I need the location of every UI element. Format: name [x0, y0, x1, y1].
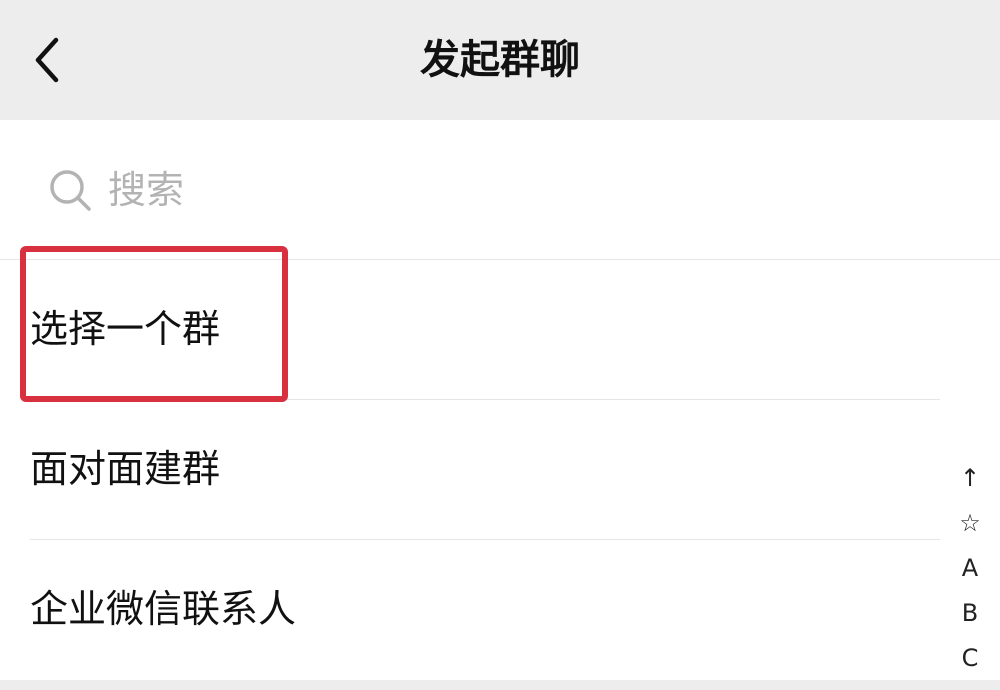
bottom-separator	[0, 680, 1000, 690]
index-top-arrow[interactable]: ↑	[954, 456, 986, 501]
select-group-item[interactable]: 选择一个群	[0, 260, 1000, 399]
index-letter-b[interactable]: B	[954, 591, 986, 636]
action-list: 选择一个群 面对面建群 企业微信联系人	[0, 260, 1000, 679]
chevron-left-icon	[35, 37, 59, 83]
navigation-bar: 发起群聊	[0, 0, 1000, 120]
search-icon	[50, 170, 91, 211]
search-input[interactable]	[108, 160, 908, 220]
index-letter-c[interactable]: C	[954, 636, 986, 681]
list-item-label: 面对面建群	[30, 447, 221, 491]
list-item-label: 企业微信联系人	[30, 587, 297, 631]
face-to-face-group-item[interactable]: 面对面建群	[0, 400, 1000, 539]
list-item-label: 选择一个群	[30, 307, 221, 351]
alphabet-index-bar[interactable]: ↑ ☆ A B C	[954, 456, 986, 681]
index-letter-a[interactable]: A	[954, 546, 986, 591]
page-title: 发起群聊	[420, 37, 580, 83]
search-bar	[0, 120, 1000, 260]
index-star[interactable]: ☆	[954, 501, 986, 546]
back-button[interactable]	[22, 28, 78, 92]
wecom-contacts-item[interactable]: 企业微信联系人	[0, 540, 1000, 679]
